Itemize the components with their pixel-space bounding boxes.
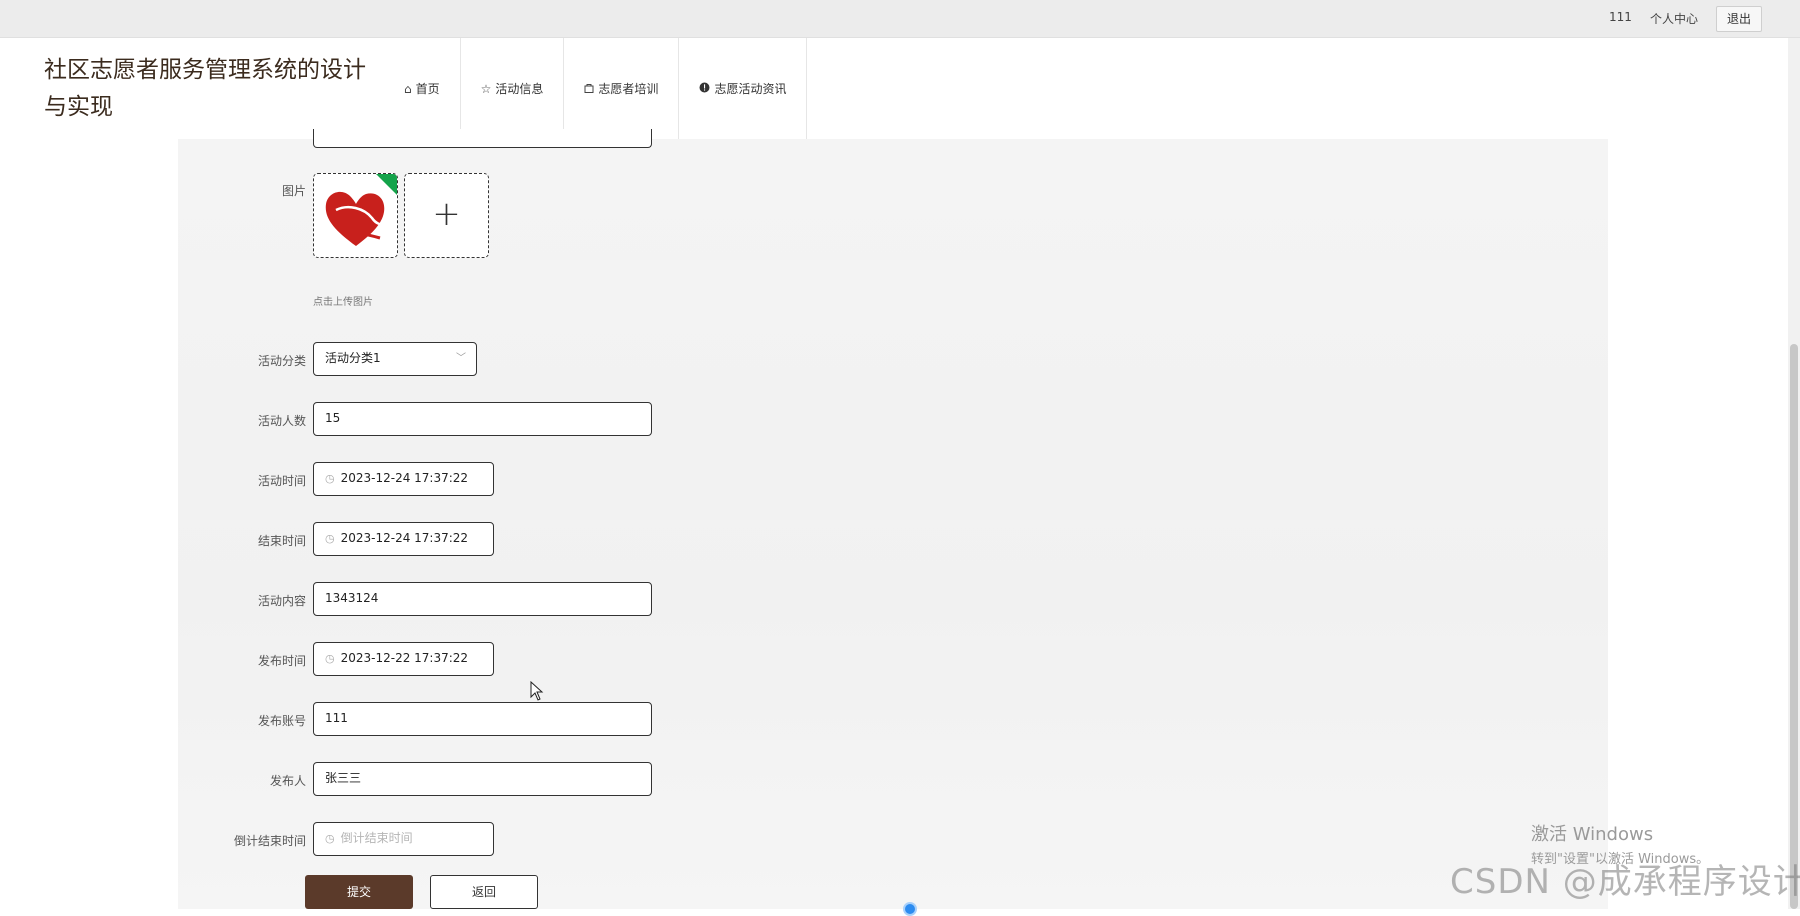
publish-time-label: 发布时间 [257, 654, 306, 668]
category-value: 活动分类1 [325, 351, 381, 365]
publish-time-value: 2023-12-22 17:37:22 [340, 651, 469, 665]
people-label: 活动人数 [257, 414, 306, 428]
clock-icon: ◷ [325, 532, 335, 545]
publish-account-input[interactable]: 111 [313, 702, 652, 736]
publish-account-label: 发布账号 [257, 714, 306, 728]
countdown-end-label: 倒计结束时间 [233, 834, 306, 848]
publish-time-picker[interactable]: ◷ 2023-12-22 17:37:22 [313, 642, 494, 676]
category-label: 活动分类 [257, 354, 306, 368]
content-input[interactable]: 1343124 [313, 582, 652, 616]
activity-time-picker[interactable]: ◷ 2023-12-24 17:37:22 [313, 462, 494, 496]
site-header: 社区志愿者服务管理系统的设计与实现 ⌂ 首页 ☆ 活动信息 志愿者培训 志愿活动… [0, 38, 1788, 139]
submit-button[interactable]: 提交 [305, 875, 413, 909]
nav-item-activities[interactable]: ☆ 活动信息 [461, 38, 565, 139]
nav-item-training[interactable]: 志愿者培训 [564, 38, 680, 139]
category-select[interactable]: 活动分类1 ﹀ [313, 342, 477, 376]
end-time-value: 2023-12-24 17:37:22 [340, 531, 469, 545]
heart-logo-image [325, 174, 397, 246]
end-time-picker[interactable]: ◷ 2023-12-24 17:37:22 [313, 522, 494, 556]
activity-time-value: 2023-12-24 17:37:22 [340, 471, 469, 485]
countdown-end-placeholder: 倒计结束时间 [340, 831, 413, 845]
clock-icon: ◷ [325, 832, 335, 845]
add-image-button[interactable]: + [404, 173, 489, 258]
top-utility-bar: 111 个人中心 退出 [0, 0, 1800, 38]
site-title: 社区志愿者服务管理系统的设计与实现 [44, 57, 366, 120]
nav-item-label: 志愿活动资讯 [714, 82, 787, 96]
info-icon [699, 82, 710, 96]
partial-input-field[interactable] [313, 129, 652, 148]
publisher-label: 发布人 [269, 774, 306, 788]
upload-hint: 点击上传图片 [313, 297, 373, 308]
logout-button[interactable]: 退出 [1716, 6, 1762, 32]
nav-item-news[interactable]: 志愿活动资讯 [679, 38, 808, 139]
nav-item-home[interactable]: ⌂ 首页 [376, 38, 461, 139]
home-icon: ⌂ [404, 81, 412, 96]
floating-indicator-dot [903, 902, 917, 916]
back-button[interactable]: 返回 [430, 875, 538, 909]
image-label: 图片 [281, 184, 306, 198]
csdn-watermark: CSDN @成承程序设计 [1450, 862, 1800, 902]
uploaded-image-thumbnail[interactable] [313, 173, 398, 258]
clock-icon: ◷ [325, 472, 335, 485]
profile-link[interactable]: 个人中心 [1650, 10, 1698, 27]
activity-time-label: 活动时间 [257, 474, 306, 488]
clock-icon: ◷ [325, 652, 335, 665]
main-nav: ⌂ 首页 ☆ 活动信息 志愿者培训 志愿活动资讯 [376, 38, 808, 139]
people-input[interactable]: 15 [313, 402, 652, 436]
countdown-end-picker[interactable]: ◷ 倒计结束时间 [313, 822, 494, 856]
activation-title: 激活 Windows [1531, 824, 1654, 845]
nav-item-label: 首页 [415, 82, 440, 96]
content-label: 活动内容 [257, 594, 306, 608]
end-time-label: 结束时间 [257, 534, 306, 548]
nav-item-label: 志愿者培训 [598, 82, 659, 96]
mouse-cursor-icon [530, 681, 544, 701]
bag-icon [584, 82, 594, 96]
page-scrollbar[interactable] [1788, 38, 1800, 909]
publisher-input[interactable]: 张三三 [313, 762, 652, 796]
username-label: 111 [1609, 10, 1632, 24]
chevron-down-icon: ﹀ [456, 353, 466, 364]
scrollbar-thumb[interactable] [1790, 344, 1798, 909]
star-icon: ☆ [480, 81, 492, 96]
nav-item-label: 活动信息 [495, 82, 544, 96]
